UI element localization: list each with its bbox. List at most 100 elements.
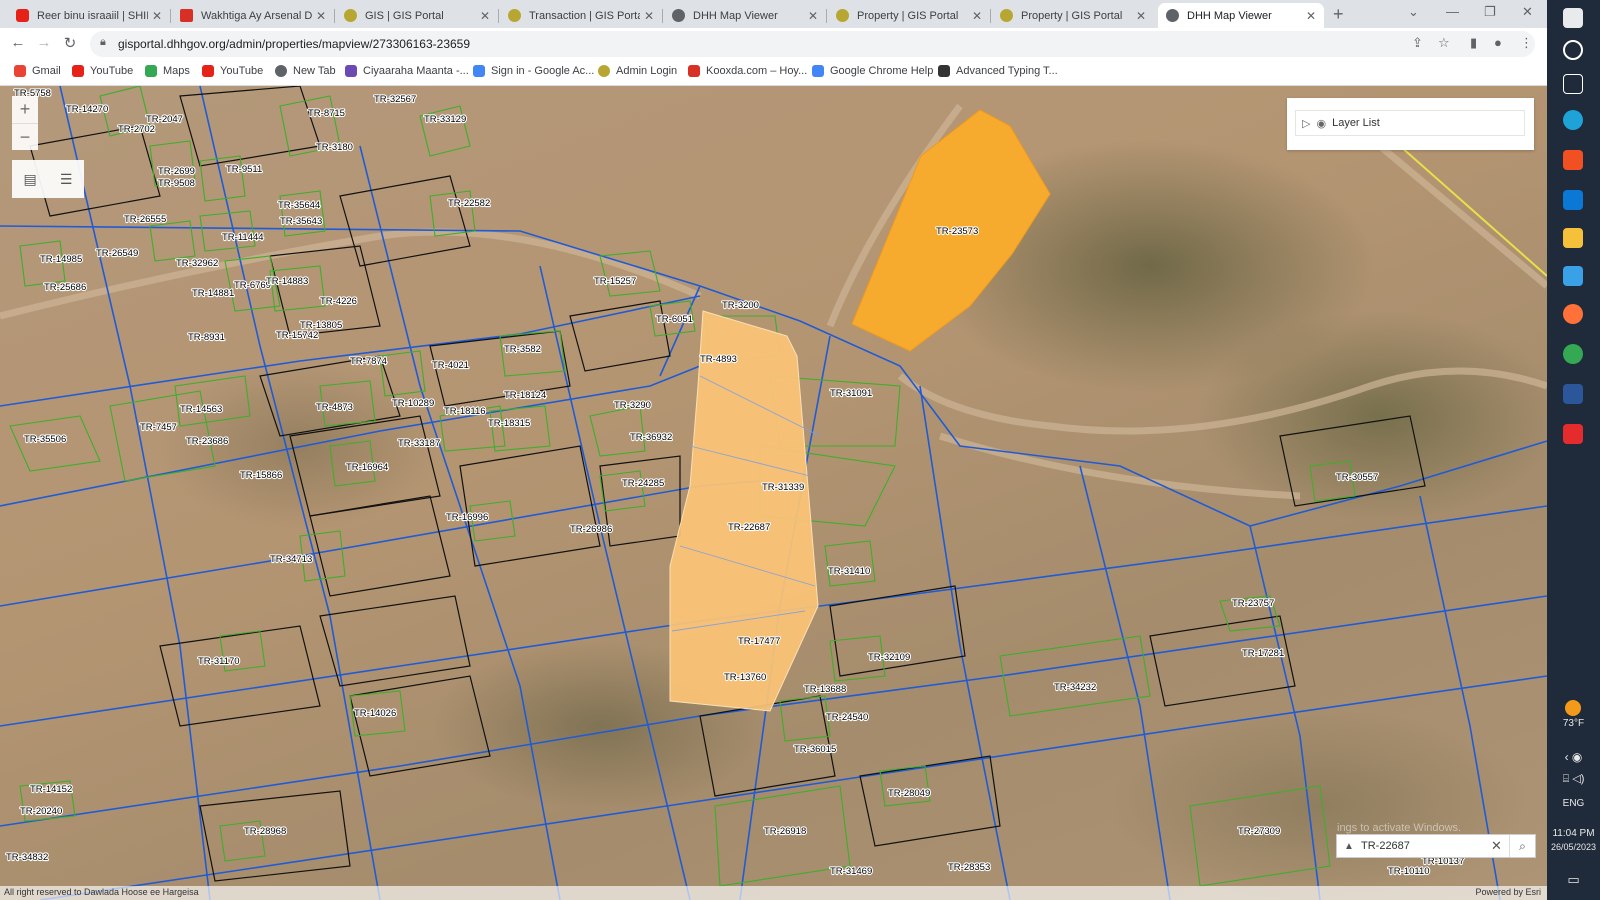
tab-2[interactable]: GIS | GIS Portal ✕ xyxy=(336,3,498,28)
search-icon[interactable]: ⌕ xyxy=(1509,835,1535,857)
map-view[interactable]: TR-5758 TR-14270 TR-2047 TR-2702 TR-8715 TR-3… xyxy=(0,86,1547,900)
app-red-icon[interactable] xyxy=(1563,424,1583,444)
back-icon[interactable]: ← xyxy=(8,34,28,51)
bookmark-star-icon[interactable]: ☆ xyxy=(1438,35,1450,51)
close-icon[interactable]: ✕ xyxy=(808,9,818,23)
clock-date[interactable]: 26/05/2023 xyxy=(1547,842,1600,852)
gis-portal-icon xyxy=(508,9,521,22)
bookmark-typing[interactable]: Advanced Typing T... xyxy=(938,65,1058,77)
tab-7-active[interactable]: DHH Map Viewer ✕ xyxy=(1158,3,1324,28)
menu-kebab-icon[interactable]: ⋮ xyxy=(1520,35,1533,51)
layer-list-row[interactable]: ▷ ◉ Layer List xyxy=(1295,110,1525,136)
tab-1[interactable]: Wakhtiga Ay Arsenal Dalb... ✕ xyxy=(172,3,334,28)
close-icon[interactable]: ✕ xyxy=(316,9,326,23)
zoom-out-button[interactable]: − xyxy=(12,123,38,150)
mail-icon[interactable] xyxy=(1563,190,1583,210)
parcel-label-tr-28968: TR-28968 xyxy=(244,826,286,837)
parcel-label-tr-4893: TR-4893 xyxy=(700,354,737,365)
parcel-label-tr-3180: TR-3180 xyxy=(316,142,353,153)
weather-sun-icon[interactable] xyxy=(1565,700,1581,716)
bookmark-youtube-2[interactable]: YouTube xyxy=(202,65,263,77)
tab-6[interactable]: Property | GIS Portal ✕ xyxy=(992,3,1154,28)
zoom-in-button[interactable]: + xyxy=(12,96,38,123)
chrome-icon[interactable] xyxy=(1563,344,1583,364)
bookmark-youtube[interactable]: YouTube xyxy=(72,65,133,77)
forward-icon[interactable]: → xyxy=(34,34,54,51)
close-icon[interactable]: ✕ xyxy=(1306,9,1316,23)
parcel-label-tr-13760: TR-13760 xyxy=(724,672,766,683)
search-input[interactable]: TR-22687 xyxy=(1361,840,1491,852)
restore-icon[interactable]: ❐ xyxy=(1484,4,1496,20)
parcel-label-tr-14881: TR-14881 xyxy=(192,288,234,299)
google-icon xyxy=(14,65,26,77)
address-bar[interactable]: 🔒︎ gisportal.dhhgov.org/admin/properties… xyxy=(90,31,1535,57)
share-icon[interactable]: ⇪ xyxy=(1412,35,1423,51)
bookmark-kooxda[interactable]: Kooxda.com – Hoy... xyxy=(688,65,807,77)
youtube-icon xyxy=(72,65,84,77)
parcel-label-tr-8715: TR-8715 xyxy=(308,108,345,119)
parcel-label-tr-35644: TR-35644 xyxy=(278,200,320,211)
store-icon[interactable] xyxy=(1563,150,1583,170)
tab-0[interactable]: Reer binu israaiil | SHIIKH... ✕ xyxy=(8,3,170,28)
bookmark-maps[interactable]: Maps xyxy=(145,65,190,77)
bookmark-chrome-help[interactable]: Google Chrome Help xyxy=(812,65,933,77)
tab-search-icon[interactable]: ⌄ xyxy=(1408,4,1419,20)
parcel-label-tr-16996: TR-16996 xyxy=(446,512,488,523)
tab-label: Reer binu israaiil | SHIIKH... xyxy=(37,9,148,22)
tab-3[interactable]: Transaction | GIS Portal ✕ xyxy=(500,3,662,28)
task-view-icon[interactable] xyxy=(1563,74,1583,94)
profile-avatar-icon[interactable]: ● xyxy=(1494,35,1502,50)
bookmark-google-signin[interactable]: Sign in - Google Ac... xyxy=(473,65,594,77)
bookmark-admin-login[interactable]: Admin Login xyxy=(598,65,677,77)
weather-temp: 73°F xyxy=(1562,718,1585,729)
search-icon[interactable] xyxy=(1563,40,1583,60)
network-volume-icon[interactable]: ⌸ ◁) xyxy=(1547,772,1600,786)
parcel-label-tr-33129: TR-33129 xyxy=(424,114,466,125)
language-indicator[interactable]: ENG xyxy=(1547,798,1600,809)
bookmark-ciyaaraha[interactable]: Ciyaaraha Maanta -... xyxy=(345,65,469,77)
close-icon[interactable]: ✕ xyxy=(480,9,490,23)
word-icon[interactable] xyxy=(1563,384,1583,404)
edge-icon[interactable] xyxy=(1563,110,1583,130)
zoom-control: + − xyxy=(12,96,38,150)
highlighted-parcel-tr-22687[interactable] xyxy=(669,310,819,712)
side-panel-icon[interactable]: ▮ xyxy=(1470,35,1477,51)
parcel-label-tr-3290: TR-3290 xyxy=(614,400,651,411)
reload-icon[interactable]: ↻ xyxy=(60,34,80,52)
search-options-arrow-icon[interactable]: ▲ xyxy=(1337,841,1361,852)
tab-4[interactable]: DHH Map Viewer ✕ xyxy=(664,3,826,28)
close-icon[interactable]: ✕ xyxy=(644,9,654,23)
file-explorer-icon[interactable] xyxy=(1563,228,1583,248)
gis-portal-icon xyxy=(598,65,610,77)
windows-start-icon[interactable] xyxy=(1563,8,1583,28)
tab-label: DHH Map Viewer xyxy=(1187,9,1272,22)
window-close-icon[interactable]: ✕ xyxy=(1522,4,1533,20)
firefox-icon[interactable] xyxy=(1563,304,1583,324)
close-icon[interactable]: ✕ xyxy=(972,9,982,23)
app-icon[interactable] xyxy=(1563,266,1583,286)
clear-icon[interactable]: ✕ xyxy=(1491,838,1509,854)
attribution-right[interactable]: Powered by Esri xyxy=(1475,887,1541,897)
minimize-icon[interactable]: — xyxy=(1446,4,1459,19)
url-text[interactable]: gisportal.dhhgov.org/admin/properties/ma… xyxy=(118,37,470,51)
bookmark-new-tab[interactable]: New Tab xyxy=(275,65,336,77)
tab-5[interactable]: Property | GIS Portal ✕ xyxy=(828,3,990,28)
notifications-icon[interactable]: ▭ xyxy=(1547,872,1600,888)
layer-list-panel: ▷ ◉ Layer List xyxy=(1287,98,1534,150)
parcel-label-tr-15866: TR-15866 xyxy=(240,470,282,481)
tray-icons[interactable]: ‹ ◉ xyxy=(1547,750,1600,764)
expand-triangle-icon[interactable]: ▷ xyxy=(1302,117,1310,130)
parcel-label-tr-11444: TR-11444 xyxy=(222,232,264,243)
basemap-icon[interactable]: ▤ xyxy=(24,171,37,188)
close-icon[interactable]: ✕ xyxy=(1136,9,1146,23)
clock-time[interactable]: 11:04 PM xyxy=(1547,828,1600,839)
layers-toggle-icon[interactable]: ☰ xyxy=(60,171,73,188)
parcel-label-tr-31410: TR-31410 xyxy=(828,566,870,577)
parcel-label-tr-7874: TR-7874 xyxy=(350,356,387,367)
eye-icon[interactable]: ◉ xyxy=(1316,117,1326,130)
parcel-label-tr-23757: TR-23757 xyxy=(1232,598,1274,609)
map-canvas[interactable]: TR-5758TR-14270TR-2047TR-2702TR-8715TR-3… xyxy=(0,86,1547,900)
new-tab-button[interactable]: + xyxy=(1333,4,1344,25)
close-icon[interactable]: ✕ xyxy=(152,9,162,23)
bookmark-gmail[interactable]: Gmail xyxy=(14,65,61,77)
